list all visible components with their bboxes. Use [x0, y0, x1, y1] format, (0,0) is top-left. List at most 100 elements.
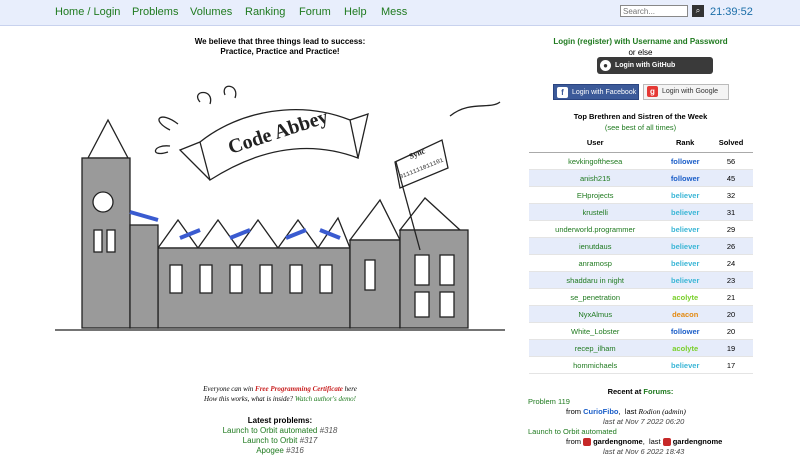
demo-link[interactable]: Watch author's demo!	[295, 395, 356, 403]
ranking-row: ienutdaus believer 26	[529, 237, 753, 255]
solved-count: 29	[708, 220, 753, 238]
cert-line2: How this works, what is inside?	[204, 395, 295, 403]
google-login-button[interactable]: g Login with Google	[643, 84, 729, 100]
solved-count: 19	[708, 339, 753, 357]
solved-count: 17	[708, 356, 753, 374]
rank-label: believer	[661, 203, 709, 221]
latest-heading: Latest problems:	[247, 416, 313, 425]
tagline-line-1: We believe that three things lead to suc…	[194, 37, 366, 46]
top-nav: Home / Login Problems Volumes Ranking Fo…	[0, 0, 800, 26]
certificate-promo: Everyone can win Free Programming Certif…	[150, 384, 410, 404]
google-label: Login with Google	[662, 88, 719, 95]
user-link[interactable]: hommichaels	[529, 356, 662, 374]
nav-problems[interactable]: Problems	[132, 6, 178, 18]
rank-label: believer	[661, 186, 709, 204]
code-abbey-illustration: Code Abbey Sync 0111111011101	[55, 85, 505, 331]
col-rank: Rank	[661, 133, 709, 153]
topic-from: from CurioFibo, last Rodion (admin)	[566, 407, 686, 416]
nav-volumes[interactable]: Volumes	[190, 6, 232, 18]
nav-home-login[interactable]: Home / Login	[55, 6, 120, 18]
nav-ranking[interactable]: Ranking	[245, 6, 285, 18]
nav-mess[interactable]: Mess	[381, 6, 407, 18]
topic-date: last at Nov 6 2022 18:43	[603, 447, 685, 456]
user-link[interactable]: se_penetration	[529, 288, 662, 306]
github-icon: ●	[600, 59, 611, 71]
user-link[interactable]: ienutdaus	[529, 237, 662, 255]
topic-date: last at Nov 7 2022 06:20	[603, 417, 685, 426]
search-input[interactable]	[620, 5, 688, 17]
ranking-row: kevkingofthesea follower 56	[529, 152, 753, 170]
rank-label: believer	[661, 220, 709, 238]
last-author[interactable]: gardengnome	[673, 437, 723, 446]
ranking-row: shaddaru in night believer 23	[529, 271, 753, 289]
github-login-button[interactable]: ● Login with GitHub	[597, 57, 713, 74]
rank-label: follower	[661, 152, 709, 170]
rank-label: deacon	[661, 305, 709, 323]
ranking-row: anish215 follower 45	[529, 169, 753, 187]
tagline: We believe that three things lead to suc…	[160, 37, 400, 57]
facebook-icon: f	[557, 86, 568, 98]
cert-post: here	[342, 385, 357, 393]
rank-label: follower	[661, 169, 709, 187]
nav-forum[interactable]: Forum	[299, 6, 331, 18]
cert-pre: Everyone can win	[203, 385, 256, 393]
col-user: User	[529, 133, 662, 153]
rank-label: believer	[661, 271, 709, 289]
user-link[interactable]: kevkingofthesea	[529, 152, 662, 170]
avatar-icon	[662, 438, 671, 447]
author-link[interactable]: gardengnome	[593, 437, 643, 446]
top-users-title: Top Brethren and Sistren of the Week	[573, 112, 708, 121]
user-link[interactable]: anish215	[529, 169, 662, 187]
latest-item[interactable]: Launch to Orbit #317	[160, 436, 400, 446]
ranking-row: NyxAlmus deacon 20	[529, 305, 753, 323]
user-link[interactable]: White_Lobster	[529, 322, 662, 340]
facebook-label: Login with Facebook	[572, 89, 637, 96]
ranking-row: recep_ilham acolyte 19	[529, 339, 753, 357]
recent-heading: Recent at Forums:	[607, 387, 674, 396]
topic-from: from gardengnome, last gardengnome	[566, 437, 723, 447]
user-link[interactable]: underworld.programmer	[529, 220, 662, 238]
login-register-link[interactable]: Login (register) with Username and Passw…	[528, 37, 753, 46]
facebook-login-button[interactable]: f Login with Facebook	[553, 84, 639, 100]
last-author[interactable]: Rodion (admin)	[639, 407, 686, 416]
recent-forum: Recent at Forums: Problem 119 from Curio…	[528, 387, 753, 457]
author-link[interactable]: CurioFibo	[583, 407, 618, 416]
or-else-text: or else	[628, 48, 653, 57]
search-icon[interactable]: ⌕	[692, 5, 704, 17]
github-label: Login with GitHub	[615, 62, 676, 69]
forum-topic[interactable]: Problem 119	[528, 397, 753, 407]
top-users-table: User Rank Solved kevkingofthesea follower…	[529, 133, 753, 374]
solved-count: 26	[708, 237, 753, 255]
ranking-row: EHprojects believer 32	[529, 186, 753, 204]
ranking-row: se_penetration acolyte 21	[529, 288, 753, 306]
clock: 21:39:52	[710, 6, 753, 18]
user-link[interactable]: EHprojects	[529, 186, 662, 204]
tagline-line-2: Practice, Practice and Practice!	[220, 47, 340, 56]
col-solved: Solved	[708, 133, 753, 153]
forums-link[interactable]: Forums:	[643, 387, 673, 396]
nav-help[interactable]: Help	[344, 6, 367, 18]
forum-topic[interactable]: Launch to Orbit automated	[528, 427, 753, 437]
user-link[interactable]: krustelli	[529, 203, 662, 221]
solved-count: 23	[708, 271, 753, 289]
user-link[interactable]: recep_ilham	[529, 339, 662, 357]
ranking-row: underworld.programmer believer 29	[529, 220, 753, 238]
latest-item[interactable]: Apogee #316	[160, 446, 400, 456]
user-link[interactable]: NyxAlmus	[529, 305, 662, 323]
user-link[interactable]: shaddaru in night	[529, 271, 662, 289]
ranking-row: hommichaels believer 17	[529, 356, 753, 374]
solved-count: 31	[708, 203, 753, 221]
user-link[interactable]: anramosp	[529, 254, 662, 272]
solved-count: 45	[708, 169, 753, 187]
rank-label: follower	[661, 322, 709, 340]
solved-count: 21	[708, 288, 753, 306]
latest-item[interactable]: Launch to Orbit automated #318	[160, 426, 400, 436]
rank-label: believer	[661, 254, 709, 272]
solved-count: 32	[708, 186, 753, 204]
ranking-row: White_Lobster follower 20	[529, 322, 753, 340]
certificate-link[interactable]: Free Programming Certificate	[255, 385, 343, 393]
best-of-all-times-link[interactable]: (see best of all times)	[528, 123, 753, 132]
solved-count: 20	[708, 322, 753, 340]
ranking-row: anramosp believer 24	[529, 254, 753, 272]
ranking-row: krustelli believer 31	[529, 203, 753, 221]
